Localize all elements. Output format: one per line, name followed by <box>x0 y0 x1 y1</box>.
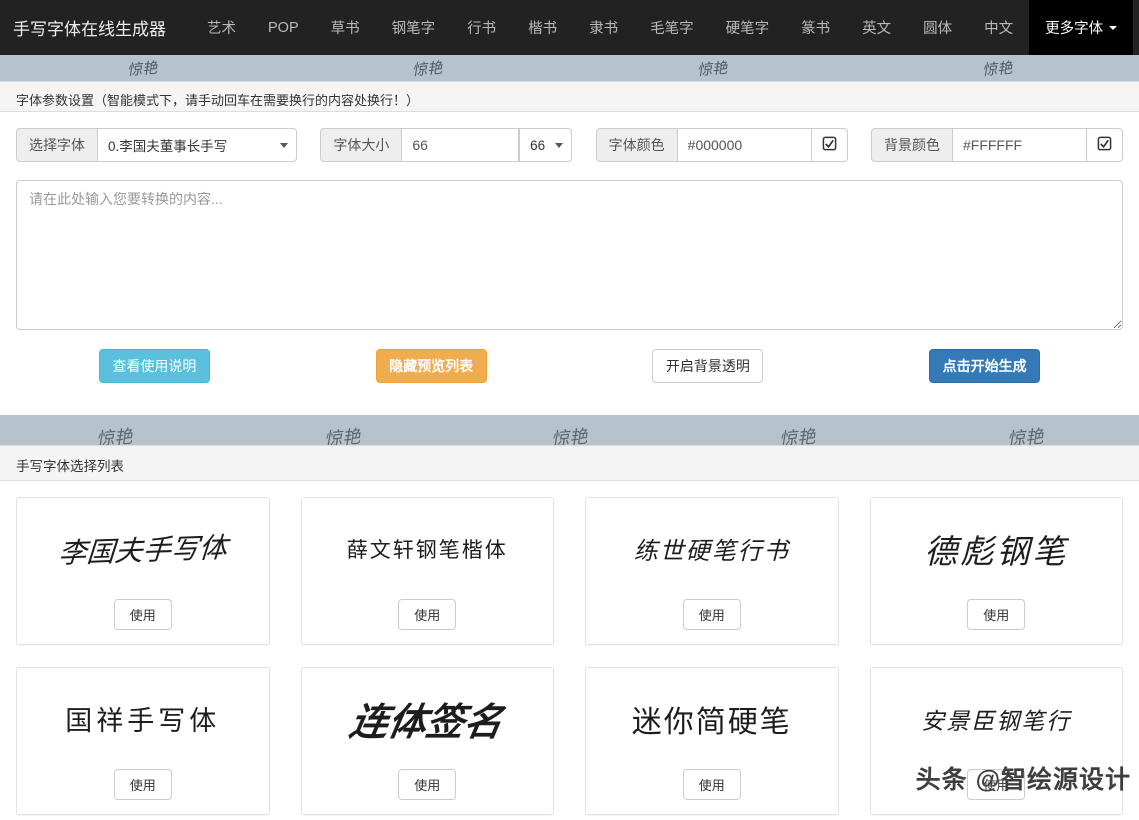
more-fonts-label: 更多字体 <box>1045 17 1103 38</box>
decor-text: 惊艳 <box>95 422 133 445</box>
decor-strip-top: 惊艳 惊艳 惊艳 惊艳 <box>0 55 1139 81</box>
decor-strip-bottom: 惊艳 惊艳 惊艳 惊艳 惊艳 <box>0 415 1139 445</box>
decor-text: 惊艳 <box>778 422 816 445</box>
font-preview: 德彪钢笔 <box>918 498 1074 599</box>
use-font-button[interactable]: 使用 <box>398 599 456 630</box>
params-panel-body: 选择字体 0.李国夫董事长手写 字体大小 66 字体颜色 <box>0 112 1139 415</box>
use-font-button[interactable]: 使用 <box>683 599 741 630</box>
button-column: 隐藏预览列表 <box>293 349 570 383</box>
decor-text: 惊艳 <box>1006 422 1044 445</box>
font-color-picker-button[interactable] <box>812 128 848 162</box>
font-card: 李国夫手写体 使用 <box>16 497 270 645</box>
use-font-button[interactable]: 使用 <box>683 769 741 800</box>
nav-item-more-fonts[interactable]: 更多字体 <box>1029 0 1133 55</box>
bg-color-label: 背景颜色 <box>871 128 952 162</box>
checkbox-icon <box>1097 136 1112 154</box>
font-select[interactable]: 0.李国夫董事长手写 <box>97 128 297 162</box>
decor-text: 惊艳 <box>550 422 588 445</box>
nav-item-art[interactable]: 艺术 <box>191 0 252 55</box>
font-select-group: 选择字体 0.李国夫董事长手写 <box>16 128 297 162</box>
nav-item-yingbizi[interactable]: 硬笔字 <box>710 0 786 55</box>
watermark: 头条 @智绘源设计 <box>916 760 1131 796</box>
font-list-title: 手写字体选择列表 <box>0 445 1139 481</box>
decor-text: 惊艳 <box>981 56 1013 80</box>
nav-item-gangbizi[interactable]: 钢笔字 <box>376 0 452 55</box>
action-buttons-row: 查看使用说明 隐藏预览列表 开启背景透明 点击开始生成 <box>16 349 1123 415</box>
params-panel-title: 字体参数设置（智能模式下，请手动回车在需要换行的内容处换行！） <box>0 81 1139 112</box>
font-card: 德彪钢笔 使用 <box>870 497 1124 645</box>
bg-color-group: 背景颜色 <box>871 128 1123 162</box>
font-size-label: 字体大小 <box>320 128 401 162</box>
font-card: 薛文轩钢笔楷体 使用 <box>301 497 555 645</box>
font-card: 连体签名 使用 <box>301 667 555 815</box>
font-preview: 连体签名 <box>336 668 518 769</box>
nav-item-lishu[interactable]: 隶书 <box>573 0 634 55</box>
page: 手写字体在线生成器 艺术 POP 草书 钢笔字 行书 楷书 隶书 毛笔字 硬笔字… <box>0 0 1139 820</box>
font-size-input[interactable] <box>401 128 519 162</box>
button-column: 查看使用说明 <box>16 349 293 383</box>
decor-text: 惊艳 <box>696 56 728 80</box>
use-font-button[interactable]: 使用 <box>967 599 1025 630</box>
caret-down-icon <box>1109 26 1117 30</box>
font-color-label: 字体颜色 <box>596 128 677 162</box>
font-size-preset-value: 66 <box>530 138 545 153</box>
bg-color-input[interactable] <box>952 128 1087 162</box>
font-card: 国祥手写体 使用 <box>16 667 270 815</box>
decor-text: 惊艳 <box>323 422 361 445</box>
font-preview: 薛文轩钢笔楷体 <box>341 498 514 599</box>
checkbox-icon <box>822 136 837 154</box>
button-column: 开启背景透明 <box>570 349 847 383</box>
nav-item-kaishu[interactable]: 楷书 <box>512 0 573 55</box>
font-preview: 国祥手写体 <box>59 668 226 769</box>
font-select-value: 0.李国夫董事长手写 <box>108 135 227 155</box>
hide-preview-list-button[interactable]: 隐藏预览列表 <box>376 349 487 383</box>
button-column: 点击开始生成 <box>846 349 1123 383</box>
font-color-input[interactable] <box>677 128 812 162</box>
font-preview: 李国夫手写体 <box>49 495 237 602</box>
font-card: 练世硬笔行书 使用 <box>585 497 839 645</box>
decor-text: 惊艳 <box>411 56 443 80</box>
font-color-group: 字体颜色 <box>596 128 848 162</box>
transparent-background-button[interactable]: 开启背景透明 <box>652 349 763 383</box>
generate-button[interactable]: 点击开始生成 <box>929 349 1040 383</box>
bg-color-picker-button[interactable] <box>1087 128 1123 162</box>
caret-down-icon <box>280 143 288 148</box>
font-card: 迷你简硬笔 使用 <box>585 667 839 815</box>
view-instructions-button[interactable]: 查看使用说明 <box>99 349 210 383</box>
font-preview: 练世硬笔行书 <box>628 498 796 599</box>
nav-item-caoshu[interactable]: 草书 <box>315 0 376 55</box>
nav-item-english[interactable]: 英文 <box>846 0 907 55</box>
nav-item-zhuanshu[interactable]: 篆书 <box>785 0 846 55</box>
nav-item-pop[interactable]: POP <box>252 0 315 55</box>
caret-down-icon <box>555 143 563 148</box>
nav-item-chinese[interactable]: 中文 <box>968 0 1029 55</box>
content-input[interactable] <box>16 180 1123 330</box>
font-size-preset-select[interactable]: 66 <box>519 128 572 162</box>
brand[interactable]: 手写字体在线生成器 <box>0 0 181 55</box>
font-preview: 安景臣钢笔行 <box>915 668 1077 769</box>
font-select-label: 选择字体 <box>16 128 97 162</box>
use-font-button[interactable]: 使用 <box>114 769 172 800</box>
nav-item-yuanti[interactable]: 圆体 <box>907 0 968 55</box>
nav-item-maobizi[interactable]: 毛笔字 <box>634 0 710 55</box>
nav-item-xingshu[interactable]: 行书 <box>451 0 512 55</box>
main-nav: 艺术 POP 草书 钢笔字 行书 楷书 隶书 毛笔字 硬笔字 篆书 英文 圆体 … <box>191 0 1133 55</box>
use-font-button[interactable]: 使用 <box>114 599 172 630</box>
font-size-group: 字体大小 66 <box>320 128 572 162</box>
decor-text: 惊艳 <box>127 56 159 80</box>
use-font-button[interactable]: 使用 <box>398 769 456 800</box>
navbar: 手写字体在线生成器 艺术 POP 草书 钢笔字 行书 楷书 隶书 毛笔字 硬笔字… <box>0 0 1139 55</box>
font-params-form: 选择字体 0.李国夫董事长手写 字体大小 66 字体颜色 <box>16 128 1123 162</box>
font-preview: 迷你简硬笔 <box>626 668 798 769</box>
